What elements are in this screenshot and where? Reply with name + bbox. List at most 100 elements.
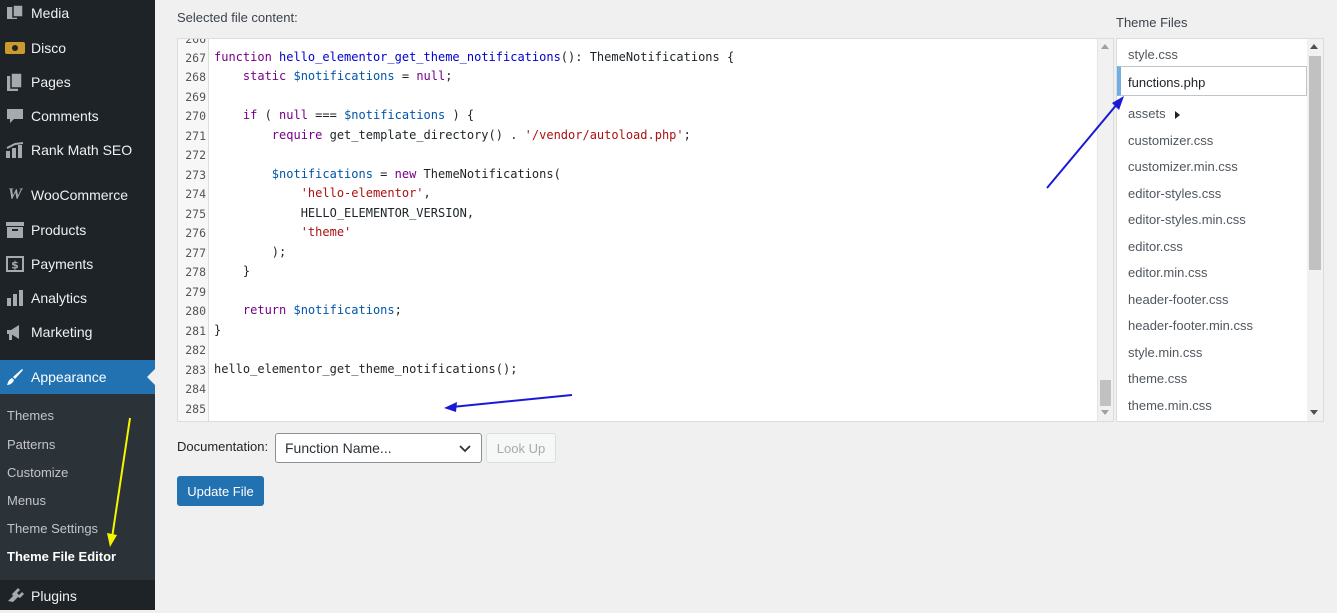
line-number: 267 (185, 51, 206, 65)
documentation-label: Documentation: (177, 439, 269, 454)
scroll-down-arrow-icon[interactable] (1310, 410, 1318, 415)
submenu-item-theme-settings[interactable]: Theme Settings (7, 521, 98, 536)
menu-label: WooCommerce (31, 187, 128, 203)
file-item[interactable]: customizer.min.css (1128, 159, 1238, 174)
chevron-down-icon (459, 445, 471, 453)
code-line: 'hello-elementor', (300, 186, 431, 200)
line-number: 271 (185, 129, 206, 143)
file-item-selected[interactable]: functions.php (1128, 75, 1205, 90)
submenu-item-menus[interactable]: Menus (7, 493, 46, 508)
folder-label: assets (1128, 106, 1166, 121)
menu-item-products[interactable]: Products (0, 213, 155, 247)
code-line: return $notifications; (242, 303, 402, 317)
file-item[interactable]: header-footer.min.css (1128, 318, 1253, 333)
file-item[interactable]: editor-styles.css (1128, 186, 1221, 201)
folder-expand-arrow-icon[interactable] (1175, 110, 1181, 119)
appearance-icon (5, 367, 25, 387)
active-indicator (147, 369, 155, 385)
pages-icon (5, 72, 25, 92)
line-number: 273 (185, 168, 206, 182)
line-number: 280 (185, 304, 206, 318)
line-number: 279 (185, 285, 206, 299)
code-editor[interactable]: 266 267 268 269 270 271 272 273 274 275 … (177, 38, 1114, 422)
submenu-item-theme-file-editor[interactable]: Theme File Editor (7, 549, 116, 564)
submenu-item-customize[interactable]: Customize (7, 465, 68, 480)
menu-item-appearance[interactable]: Appearance (0, 360, 155, 394)
menu-label: Disco (31, 40, 67, 56)
menu-label: Products (31, 222, 87, 238)
plugins-icon (5, 586, 25, 606)
menu-item-rank-math-seo[interactable]: Rank Math SEO (0, 133, 155, 167)
code-line: require get_template_directory() . '/ven… (271, 128, 691, 142)
submenu-item-patterns[interactable]: Patterns (7, 437, 55, 452)
theme-files-heading: Theme Files (1116, 15, 1188, 30)
line-number: 276 (185, 226, 206, 240)
menu-label: Analytics (31, 290, 88, 306)
file-item[interactable]: style.min.css (1128, 345, 1202, 360)
menu-label: Payments (31, 256, 94, 272)
line-number: 274 (185, 187, 206, 201)
file-item[interactable]: style.css (1128, 47, 1178, 62)
file-item[interactable]: header-footer.css (1128, 292, 1228, 307)
disco-icon (5, 38, 25, 58)
menu-label: Appearance (31, 369, 107, 385)
submenu-item-themes[interactable]: Themes (7, 408, 54, 423)
menu-item-comments[interactable]: Comments (0, 99, 155, 133)
file-item[interactable]: customizer.css (1128, 133, 1213, 148)
menu-item-marketing[interactable]: Marketing (0, 315, 155, 349)
line-number: 268 (185, 70, 206, 84)
line-number: 277 (185, 246, 206, 260)
menu-label: Rank Math SEO (31, 142, 133, 158)
code-line: HELLO_ELEMENTOR_VERSION, (300, 206, 475, 220)
menu-item-payments[interactable]: $ Payments (0, 247, 155, 281)
line-number: 266 (185, 38, 206, 46)
rank-math-icon (5, 140, 25, 160)
code-line: } (214, 323, 222, 337)
line-number: 278 (185, 265, 206, 279)
menu-item-media[interactable]: Media (0, 0, 155, 30)
theme-files-scrollbar[interactable] (1307, 39, 1323, 421)
svg-text:$: $ (11, 259, 19, 272)
editor-scrollbar[interactable] (1097, 39, 1113, 421)
update-file-button[interactable]: Update File (177, 476, 264, 506)
scroll-up-arrow-icon[interactable] (1310, 44, 1318, 49)
line-number: 282 (185, 343, 206, 357)
menu-item-analytics[interactable]: Analytics (0, 281, 155, 315)
marketing-icon (5, 322, 25, 342)
selected-file-label: Selected file content: (177, 10, 298, 25)
function-name-select[interactable]: Function Name... (275, 433, 482, 463)
menu-item-disco[interactable]: Disco (0, 31, 155, 65)
code-line: static $notifications = null; (242, 69, 453, 83)
menu-label: Marketing (31, 324, 93, 340)
line-number: 283 (185, 363, 206, 377)
file-item[interactable]: theme.css (1128, 371, 1187, 386)
woocommerce-icon: W (7, 186, 23, 203)
products-icon (5, 220, 25, 240)
look-up-button[interactable]: Look Up (486, 433, 556, 463)
line-number: 270 (185, 109, 206, 123)
code-line: ); (271, 245, 287, 259)
line-number: 269 (185, 90, 206, 104)
comments-icon (5, 106, 25, 126)
file-item[interactable]: theme.min.css (1128, 398, 1212, 413)
editor-scrollbar-thumb[interactable] (1100, 380, 1111, 406)
scroll-up-arrow-icon[interactable] (1101, 44, 1109, 49)
menu-label: Media (31, 5, 70, 21)
folder-item[interactable]: assets (1128, 106, 1181, 121)
file-item[interactable]: editor.css (1128, 239, 1183, 254)
payments-icon: $ (5, 254, 25, 274)
theme-files-list: style.css functions.php assets customize… (1116, 38, 1324, 422)
file-item[interactable]: editor.min.css (1128, 265, 1207, 280)
menu-label: Pages (31, 74, 71, 90)
scroll-down-arrow-icon[interactable] (1101, 410, 1109, 415)
line-number: 272 (185, 148, 206, 162)
file-item[interactable]: editor-styles.min.css (1128, 212, 1246, 227)
line-number: 275 (185, 207, 206, 221)
admin-sidebar: Media Disco Pages Comments Rank Math SEO… (0, 0, 155, 610)
theme-files-scrollbar-thumb[interactable] (1309, 56, 1321, 270)
code-line: 'theme' (300, 225, 352, 239)
menu-item-woocommerce[interactable]: W WooCommerce (0, 178, 155, 212)
menu-item-pages[interactable]: Pages (0, 65, 155, 99)
analytics-icon (5, 288, 25, 308)
menu-item-plugins[interactable]: Plugins (0, 579, 155, 613)
